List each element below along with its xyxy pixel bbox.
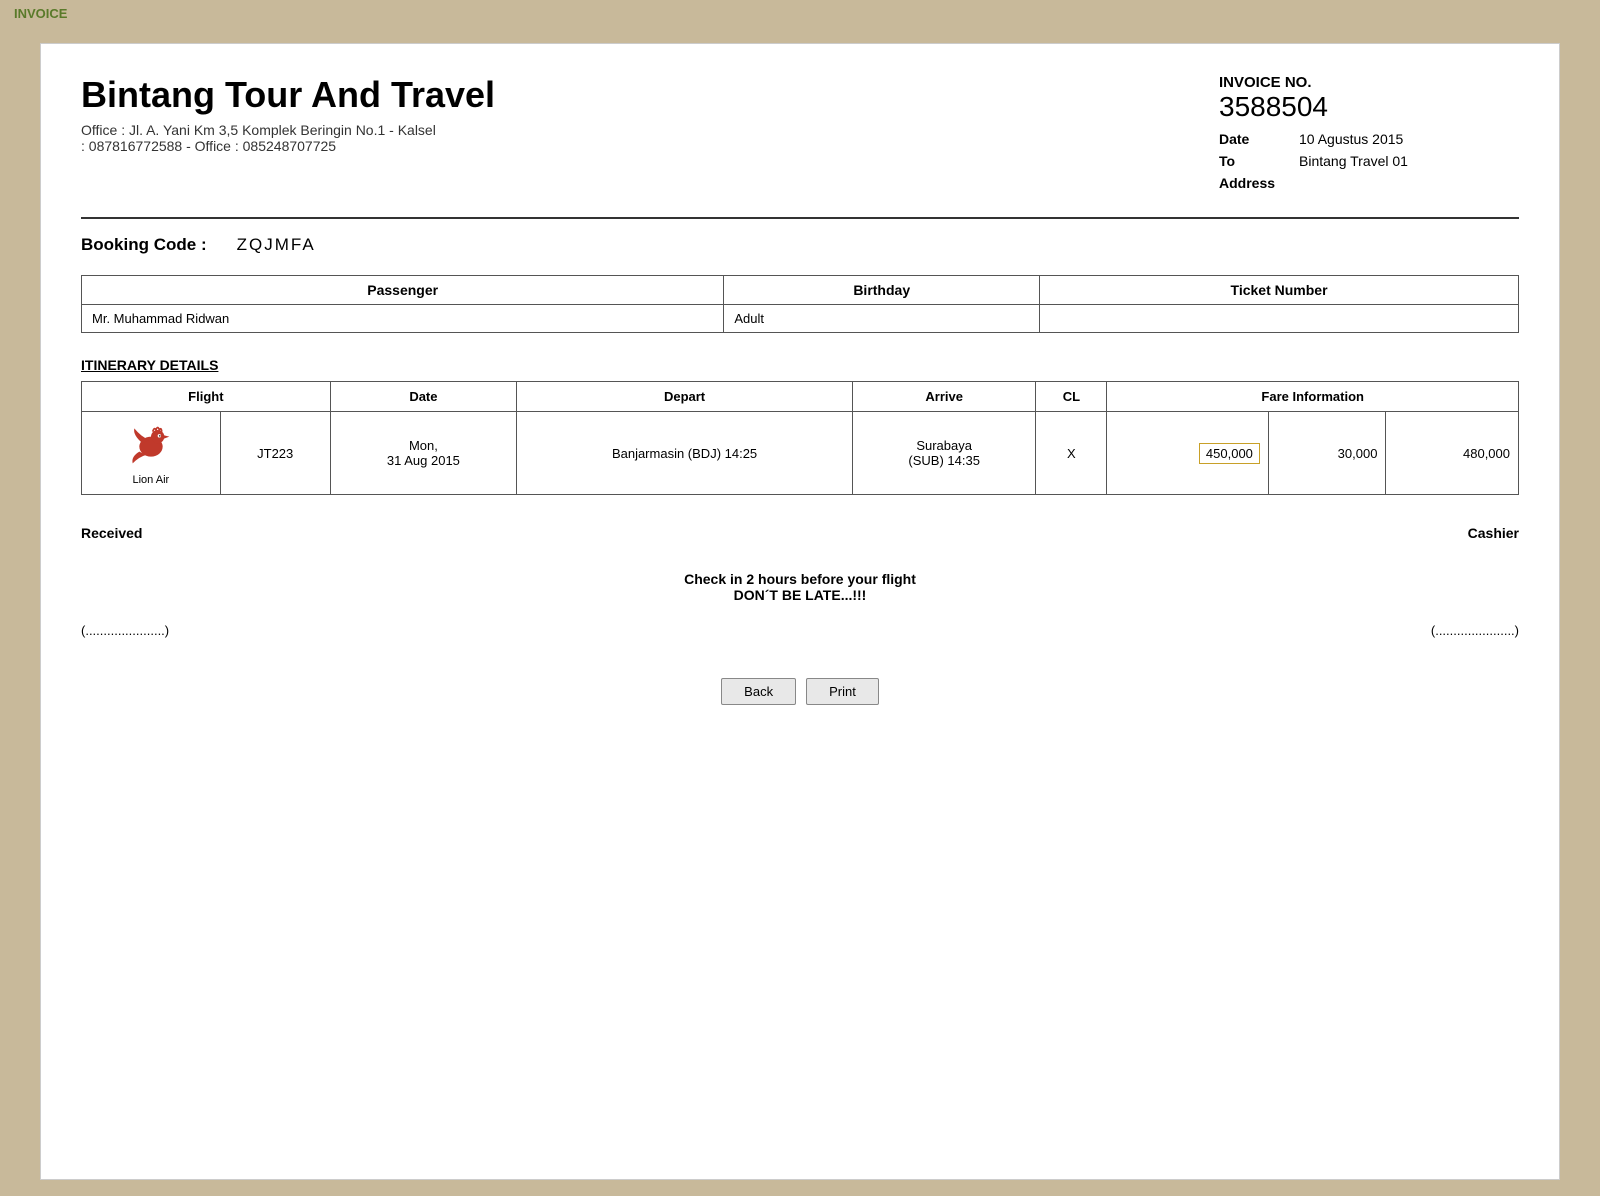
company-address-line1: Office : Jl. A. Yani Km 3,5 Komplek Beri… — [81, 122, 495, 138]
passenger-table: Passenger Birthday Ticket Number Mr. Muh… — [81, 275, 1519, 333]
flight-col-header: Flight — [82, 382, 331, 412]
invoice-no-label: INVOICE NO. — [1219, 74, 1519, 91]
birthday-col-header: Birthday — [724, 276, 1040, 305]
date-cell: Mon, 31 Aug 2015 — [330, 412, 516, 495]
passenger-col-header: Passenger — [82, 276, 724, 305]
to-label: To — [1219, 153, 1279, 169]
date-label: Date — [1219, 131, 1279, 147]
passenger-cell-2 — [1040, 305, 1519, 333]
itinerary-label: ITINERARY DETAILS — [81, 357, 1519, 373]
ticket-col-header: Ticket Number — [1040, 276, 1519, 305]
company-name: Bintang Tour And Travel — [81, 74, 495, 116]
arrive-col-header: Arrive — [853, 382, 1036, 412]
depart-cell: Banjarmasin (BDJ) 14:25 — [517, 412, 853, 495]
address-label: Address — [1219, 175, 1279, 191]
booking-code-label: Booking Code : — [81, 235, 207, 255]
passenger-row: Mr. Muhammad RidwanAdult — [82, 305, 1519, 333]
booking-code-value: ZQJMFA — [237, 235, 316, 255]
signature-section: (......................) (..............… — [81, 623, 1519, 638]
fare3-cell: 480,000 — [1386, 412, 1519, 495]
meta-row-address: Address — [1219, 175, 1519, 191]
itinerary-table: Flight Date Depart Arrive CL Fare Inform… — [81, 381, 1519, 495]
invoice-no-value: 3588504 — [1219, 91, 1519, 123]
airline-name: Lion Air — [133, 474, 170, 486]
airline-logo-group: Lion Air — [90, 420, 212, 486]
date-col-header: Date — [330, 382, 516, 412]
received-label: Received — [81, 525, 142, 541]
fare1-cell: 450,000 — [1107, 412, 1268, 495]
buttons-section: Back Print — [81, 678, 1519, 705]
notice-section: Check in 2 hours before your flight DON´… — [81, 571, 1519, 603]
sig-right: (......................) — [1431, 623, 1519, 638]
company-address-line2: : 087816772588 - Office : 085248707725 — [81, 138, 495, 154]
cl-col-header: CL — [1036, 382, 1107, 412]
itinerary-header-row: Flight Date Depart Arrive CL Fare Inform… — [82, 382, 1519, 412]
date-value: 10 Agustus 2015 — [1299, 131, 1403, 147]
lion-air-icon — [126, 420, 176, 470]
header-divider — [81, 217, 1519, 219]
title-bar: INVOICE — [0, 0, 1600, 27]
footer-section: Received Cashier — [81, 525, 1519, 541]
fare2-cell: 30,000 — [1268, 412, 1386, 495]
passenger-cell-1: Adult — [724, 305, 1040, 333]
meta-row-date: Date 10 Agustus 2015 — [1219, 131, 1519, 147]
notice-line1: Check in 2 hours before your flight — [81, 571, 1519, 587]
airline-logo-cell: Lion Air — [82, 412, 221, 495]
fare-col-header: Fare Information — [1107, 382, 1519, 412]
flight-no-cell: JT223 — [220, 412, 330, 495]
meta-row-to: To Bintang Travel 01 — [1219, 153, 1519, 169]
print-button[interactable]: Print — [806, 678, 879, 705]
cashier-label: Cashier — [1468, 525, 1519, 541]
passenger-cell-0: Mr. Muhammad Ridwan — [82, 305, 724, 333]
itinerary-row: Lion Air JT223Mon, 31 Aug 2015Banjarmasi… — [82, 412, 1519, 495]
invoice-meta: INVOICE NO. 3588504 Date 10 Agustus 2015… — [1219, 74, 1519, 197]
title-bar-label: INVOICE — [14, 6, 67, 21]
to-value: Bintang Travel 01 — [1299, 153, 1408, 169]
notice-line2: DON´T BE LATE...!!! — [81, 587, 1519, 603]
cl-cell: X — [1036, 412, 1107, 495]
company-info: Bintang Tour And Travel Office : Jl. A. … — [81, 74, 495, 154]
back-button[interactable]: Back — [721, 678, 796, 705]
fare1-value: 450,000 — [1199, 443, 1260, 464]
booking-code-section: Booking Code : ZQJMFA — [81, 235, 1519, 255]
header-section: Bintang Tour And Travel Office : Jl. A. … — [81, 74, 1519, 197]
invoice-container: Bintang Tour And Travel Office : Jl. A. … — [40, 43, 1560, 1180]
sig-left: (......................) — [81, 623, 169, 638]
passenger-table-header-row: Passenger Birthday Ticket Number — [82, 276, 1519, 305]
depart-col-header: Depart — [517, 382, 853, 412]
arrive-cell: Surabaya (SUB) 14:35 — [853, 412, 1036, 495]
